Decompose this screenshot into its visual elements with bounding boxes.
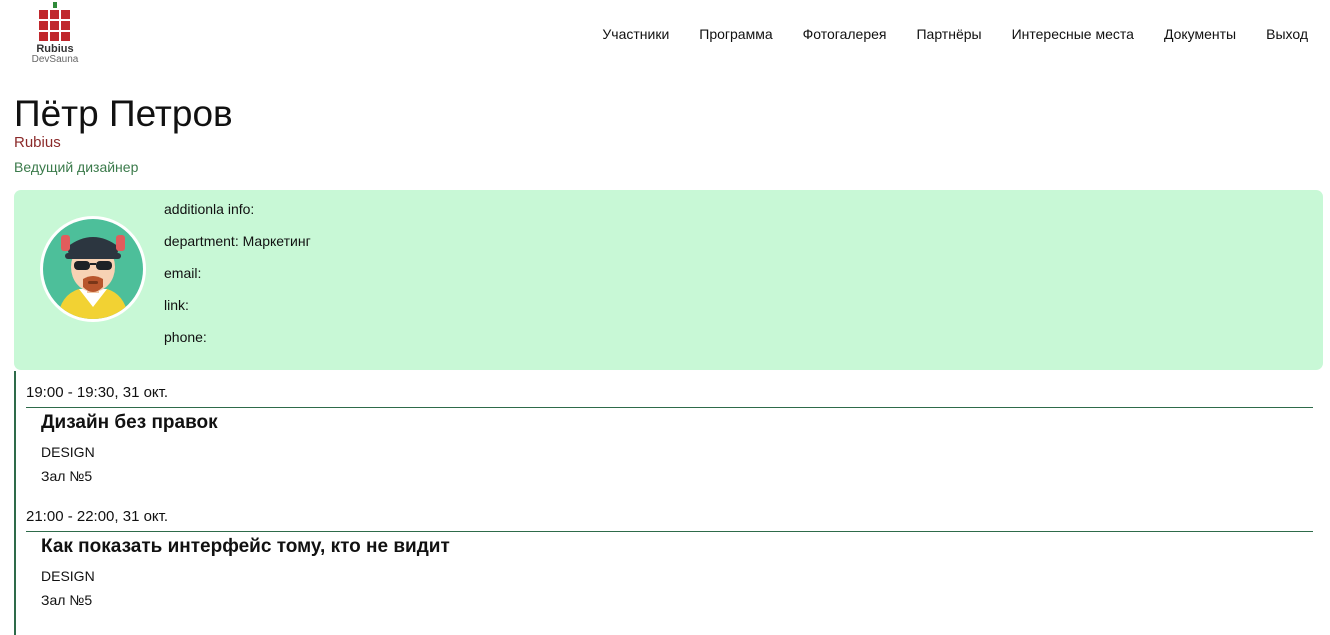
person-name: Пётр Петров bbox=[14, 93, 233, 134]
nav-participants[interactable]: Участники bbox=[602, 26, 669, 42]
session-title[interactable]: Дизайн без правок bbox=[41, 412, 218, 434]
detail-link: link: bbox=[164, 296, 311, 328]
detail-department: department: Маркетинг bbox=[164, 232, 311, 264]
session-item[interactable]: 19:00 - 19:30, 31 окт. Дизайн без правок… bbox=[26, 371, 1315, 495]
detail-email: email: bbox=[164, 264, 311, 296]
header: Rubius DevSauna Участники Программа Фото… bbox=[0, 0, 1330, 72]
nav-documents[interactable]: Документы bbox=[1164, 26, 1236, 42]
detail-label: email: bbox=[164, 265, 202, 281]
session-time: 21:00 - 22:00, 31 окт. bbox=[26, 508, 169, 525]
session-divider bbox=[26, 531, 1313, 532]
nav-logout[interactable]: Выход bbox=[1266, 26, 1308, 42]
nav-photo-gallery[interactable]: Фотогалерея bbox=[803, 26, 887, 42]
nav-partners[interactable]: Партнёры bbox=[916, 26, 981, 42]
detail-additional-info: additionla info: bbox=[164, 200, 311, 232]
session-room: Зал №5 bbox=[41, 468, 93, 484]
session-list: 19:00 - 19:30, 31 окт. Дизайн без правок… bbox=[14, 371, 1315, 635]
nav-program[interactable]: Программа bbox=[699, 26, 772, 42]
detail-label: phone: bbox=[164, 329, 207, 345]
job-position: Ведущий дизайнер bbox=[14, 159, 139, 175]
detail-phone: phone: bbox=[164, 328, 311, 360]
grid-logo-icon bbox=[39, 2, 70, 41]
detail-label: link: bbox=[164, 297, 189, 313]
session-time: 19:00 - 19:30, 31 окт. bbox=[26, 384, 169, 401]
session-room: Зал №5 bbox=[41, 592, 93, 608]
nav-places[interactable]: Интересные места bbox=[1012, 26, 1134, 42]
logo-subtitle: DevSauna bbox=[31, 54, 79, 65]
session-divider bbox=[26, 407, 1313, 408]
company-name: Rubius bbox=[14, 134, 61, 151]
main-nav: Участники Программа Фотогалерея Партнёры… bbox=[602, 26, 1308, 42]
detail-value: Маркетинг bbox=[242, 233, 311, 249]
logo-link[interactable]: Rubius DevSauna bbox=[28, 2, 82, 66]
avatar-illustration-icon bbox=[40, 216, 146, 322]
profile-details: additionla info: department: Маркетинг e… bbox=[164, 200, 311, 360]
session-item[interactable]: 21:00 - 22:00, 31 окт. Как показать инте… bbox=[26, 495, 1315, 619]
profile-card: additionla info: department: Маркетинг e… bbox=[14, 190, 1323, 370]
detail-label: department: bbox=[164, 233, 239, 249]
session-track: DESIGN bbox=[41, 444, 95, 460]
session-title[interactable]: Как показать интерфейс тому, кто не види… bbox=[41, 536, 450, 558]
detail-label: additionla info: bbox=[164, 201, 255, 217]
session-track: DESIGN bbox=[41, 568, 95, 584]
